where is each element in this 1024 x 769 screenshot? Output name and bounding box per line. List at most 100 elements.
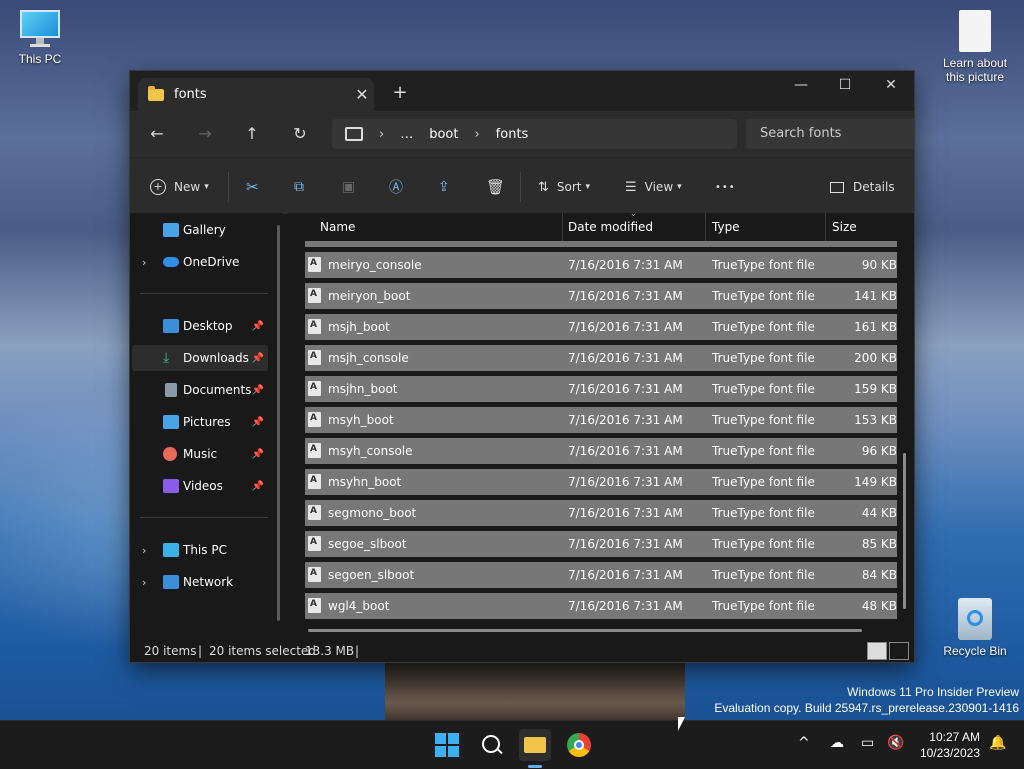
sidebar-item-label: Gallery	[183, 223, 226, 237]
volume-muted-icon[interactable]: 🔇	[887, 735, 904, 751]
column-date-modified[interactable]: Date modified	[568, 220, 653, 234]
font-file-icon	[308, 288, 321, 303]
sidebar-item-downloads[interactable]: ⤓ Downloads 📌	[132, 345, 268, 371]
sidebar-item-desktop[interactable]: Desktop 📌	[132, 313, 268, 339]
back-button[interactable]: ←	[145, 123, 169, 145]
sidebar-item-network[interactable]: › Network	[132, 569, 268, 595]
column-type[interactable]: Type	[712, 220, 740, 234]
file-size: 85 KB	[861, 537, 897, 551]
rename-icon[interactable]: Ⓐ	[389, 176, 403, 198]
sidebar-item-gallery[interactable]: Gallery	[132, 217, 268, 243]
notification-bell-icon[interactable]: 🔔	[989, 735, 1006, 751]
sidebar-scrollbar[interactable]	[277, 225, 280, 621]
sidebar-item-this-pc[interactable]: › This PC	[132, 537, 268, 563]
new-label: New	[174, 180, 201, 194]
file-size: 161 KB	[854, 320, 897, 334]
file-explorer-taskbar-button[interactable]	[519, 729, 551, 768]
desktop-icon-recycle-bin[interactable]: Recycle Bin	[935, 598, 1015, 658]
table-row[interactable]: msjhn_boot 7/16/2016 7:31 AM TrueType font…	[305, 376, 897, 402]
address-bar[interactable]: › … boot › fonts	[332, 119, 737, 149]
file-list: Name Date modified ⌄ Type Size meiryo_co…	[288, 209, 914, 640]
table-row[interactable]: msyhn_boot 7/16/2016 7:31 AM TrueType font…	[305, 469, 897, 495]
paste-icon[interactable]: ▣	[342, 176, 355, 198]
sidebar-item-label: Videos	[183, 479, 223, 493]
vertical-scrollbar[interactable]	[903, 453, 906, 609]
view-label: View	[644, 180, 674, 194]
show-hidden-icons-button[interactable]: ^	[798, 735, 810, 751]
view-button[interactable]: ☰ View ▾	[625, 176, 682, 198]
large-icons-view-icon[interactable]	[889, 642, 909, 660]
font-file-icon	[308, 381, 321, 396]
sidebar-item-label: Pictures	[183, 415, 231, 429]
desktop-icon-learn-picture[interactable]: Learn about this picture	[935, 10, 1015, 84]
refresh-button[interactable]: ↻	[288, 123, 312, 145]
font-file-icon	[308, 319, 321, 334]
chevron-right-icon[interactable]: ›	[142, 544, 146, 557]
sidebar-item-videos[interactable]: Videos 📌	[132, 473, 268, 499]
cut-icon[interactable]: ✂	[246, 176, 259, 198]
table-row[interactable]: msjh_boot 7/16/2016 7:31 AM TrueType font …	[305, 314, 897, 340]
search-button[interactable]	[475, 729, 507, 761]
details-button[interactable]: Details	[830, 176, 895, 198]
column-header: Name Date modified ⌄ Type Size	[288, 209, 914, 241]
column-divider[interactable]	[825, 213, 826, 241]
search-input[interactable]: Search fonts	[746, 119, 914, 149]
sidebar-item-documents[interactable]: Documents 📌	[132, 377, 268, 403]
file-size: 48 KB	[861, 599, 897, 613]
start-button[interactable]	[431, 729, 463, 761]
file-date-modified: 7/16/2016 7:31 AM	[568, 289, 683, 303]
copy-icon[interactable]: ⧉	[294, 176, 304, 198]
table-row[interactable]: msyh_boot 7/16/2016 7:31 AM TrueType font …	[305, 407, 897, 433]
sidebar-item-music[interactable]: Music 📌	[132, 441, 268, 467]
network-tray-icon[interactable]: ▭	[861, 735, 874, 751]
file-size: 149 KB	[854, 475, 897, 489]
sort-button[interactable]: ⇅ Sort ▾	[538, 176, 590, 198]
close-button[interactable]: ✕	[868, 71, 914, 101]
share-icon[interactable]: ⇪	[438, 176, 450, 198]
table-row[interactable]: wgl4_boot 7/16/2016 7:31 AM TrueType font …	[305, 593, 897, 619]
sort-icon: ⇅	[538, 179, 549, 195]
table-row[interactable]: meiryon_boot 7/16/2016 7:31 AM TrueType fo…	[305, 283, 897, 309]
table-row[interactable]: segmono_boot 7/16/2016 7:31 AM TrueType fo…	[305, 500, 897, 526]
chevron-right-icon[interactable]: ›	[142, 576, 146, 589]
desktop-icon-this-pc[interactable]: This PC	[0, 10, 80, 66]
new-button[interactable]: + New ▾	[150, 176, 209, 198]
table-row[interactable]: msjh_console 7/16/2016 7:31 AM TrueType fo…	[305, 345, 897, 371]
clock[interactable]: 10:27 AM 10/23/2023	[920, 729, 980, 761]
file-type: TrueType font file	[712, 475, 815, 489]
details-view-icon[interactable]	[867, 642, 887, 660]
sidebar-item-pictures[interactable]: Pictures 📌	[132, 409, 268, 435]
column-size[interactable]: Size	[832, 220, 857, 234]
forward-button[interactable]: →	[193, 123, 217, 145]
new-tab-button[interactable]: +	[388, 82, 412, 103]
table-row[interactable]: segoe_slboot 7/16/2016 7:31 AM TrueType fo…	[305, 531, 897, 557]
table-row[interactable]: msyh_console 7/16/2016 7:31 AM TrueType fo…	[305, 438, 897, 464]
breadcrumb-fonts[interactable]: fonts	[496, 127, 529, 142]
column-divider[interactable]	[562, 213, 563, 241]
delete-icon[interactable]: 🗑	[486, 176, 505, 198]
breadcrumb-overflow[interactable]: …	[400, 127, 413, 142]
table-row[interactable]: meiryo_console 7/16/2016 7:31 AM TrueType …	[305, 252, 897, 278]
file-date-modified: 7/16/2016 7:31 AM	[568, 413, 683, 427]
table-row[interactable]	[305, 241, 897, 247]
table-row[interactable]: segoen_slboot 7/16/2016 7:31 AM TrueType f…	[305, 562, 897, 588]
tab-fonts[interactable]: fonts ✕	[138, 78, 374, 111]
more-options-button[interactable]: •••	[715, 176, 736, 198]
onedrive-tray-icon[interactable]: ☁	[830, 735, 844, 751]
chrome-taskbar-button[interactable]	[563, 729, 595, 761]
breadcrumb-boot[interactable]: boot	[429, 127, 458, 142]
windows-logo-icon	[435, 733, 459, 757]
maximize-button[interactable]: ☐	[822, 71, 868, 101]
column-name[interactable]: Name	[320, 220, 355, 234]
chevron-right-icon: ›	[474, 126, 480, 142]
sort-indicator-icon: ⌄	[630, 209, 637, 218]
tab-close-button[interactable]: ✕	[350, 85, 374, 104]
up-button[interactable]: ↑	[240, 123, 264, 145]
sidebar-item-label: Music	[183, 447, 218, 461]
file-name: msjh_boot	[328, 320, 390, 334]
column-divider[interactable]	[705, 213, 706, 241]
minimize-button[interactable]: —	[778, 71, 824, 101]
chevron-right-icon[interactable]: ›	[142, 256, 146, 269]
horizontal-scrollbar[interactable]	[308, 629, 862, 632]
sidebar-item-onedrive[interactable]: › OneDrive	[132, 249, 268, 275]
